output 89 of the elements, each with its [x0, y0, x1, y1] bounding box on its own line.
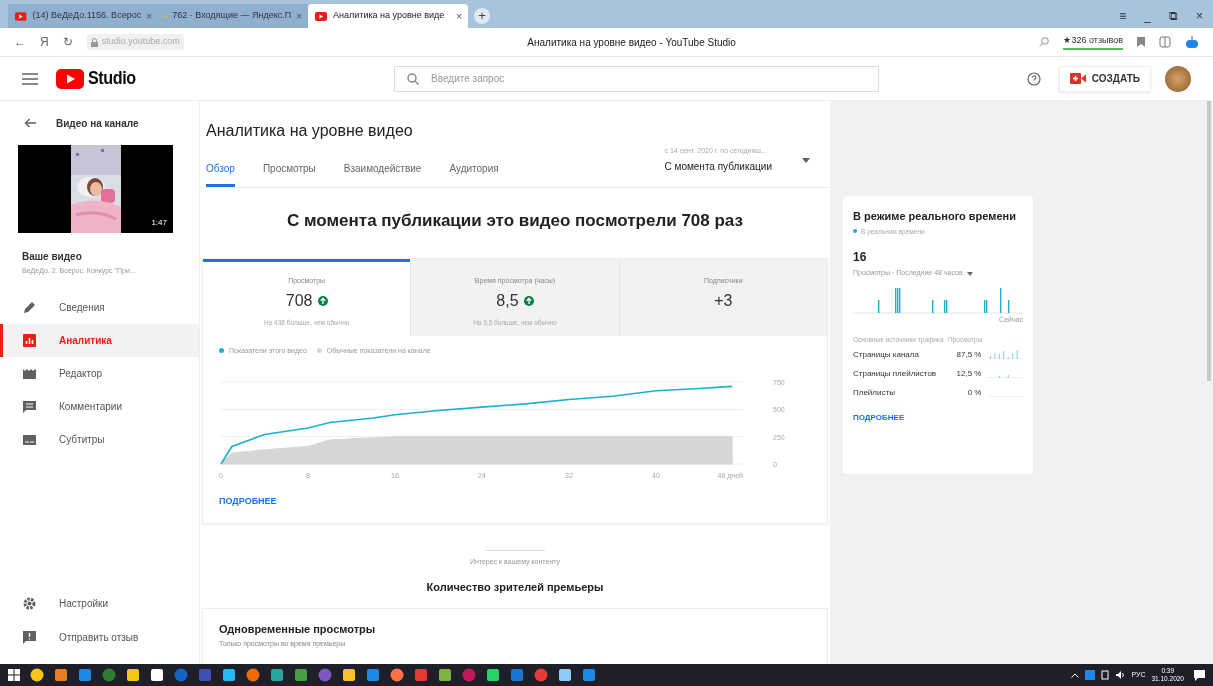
- sidebar-item[interactable]: Настройки: [0, 586, 199, 620]
- play-logo-icon: [314, 9, 328, 23]
- close-icon[interactable]: ×: [1196, 7, 1203, 25]
- browser-tab[interactable]: 762 · Входящие — Яндекс.П ×: [158, 4, 308, 28]
- new-tab-button[interactable]: +: [474, 8, 490, 24]
- table-cell-text: 87,5 %: [955, 348, 982, 361]
- play-logo-icon: [14, 9, 28, 23]
- sidebar-item[interactable]: Аналитика: [0, 323, 199, 357]
- sidebar-item[interactable]: Отправить отзыв: [0, 620, 199, 654]
- tray-expand-icon[interactable]: [1071, 672, 1080, 678]
- headline: С момента публикации это видео посмотрели 708 раз: [286, 210, 744, 232]
- settings-icon: [22, 595, 37, 611]
- sidebar-item[interactable]: Сведения: [0, 290, 199, 324]
- close-icon[interactable]: ×: [296, 8, 302, 24]
- start-icon[interactable]: [8, 669, 20, 681]
- taskbar-app-icon[interactable]: [54, 668, 68, 682]
- reload-icon[interactable]: ↻: [62, 33, 73, 51]
- more-link[interactable]: ПОДРОБНЕЕ: [853, 412, 1023, 425]
- dropdown-caret-icon: [966, 271, 973, 276]
- more-link[interactable]: ПОДРОБНЕЕ: [203, 487, 827, 523]
- metric-value: 8,5: [496, 291, 519, 311]
- create-button[interactable]: СОЗДАТЬ: [1058, 65, 1151, 92]
- browser-tab[interactable]: (14) ВеДеДо.1156. Всерос ×: [8, 4, 158, 28]
- sidebar-item[interactable]: Редактор: [0, 356, 199, 390]
- section-title: Количество зрителей премьеры: [425, 580, 605, 595]
- restore-icon[interactable]: ⧉: [1169, 7, 1178, 25]
- taskbar-app-icon[interactable]: [150, 668, 164, 682]
- browser-logo[interactable]: Я: [40, 33, 49, 51]
- tray-app-icon[interactable]: [1085, 670, 1096, 680]
- taskbar-app-icon[interactable]: [438, 668, 452, 682]
- metric-value: 708: [285, 291, 313, 311]
- sparkline: [987, 350, 1023, 360]
- table-cell-text: 0 %: [966, 386, 982, 399]
- avatar[interactable]: [1165, 65, 1191, 92]
- notifications-icon[interactable]: [1194, 669, 1205, 681]
- bookmark-icon[interactable]: [1137, 37, 1145, 47]
- back-icon[interactable]: ←: [14, 33, 26, 51]
- live-dot-icon: [853, 229, 857, 234]
- tab[interactable]: Обзор: [206, 161, 235, 187]
- help-icon[interactable]: [1026, 71, 1041, 86]
- taskbar-app-icon[interactable]: [126, 668, 140, 682]
- menu-icon[interactable]: [22, 72, 38, 85]
- search-input[interactable]: Введите запрос: [431, 71, 867, 86]
- sidebar-item[interactable]: Комментарии: [0, 389, 199, 423]
- card-title: Одновременные просмотры: [219, 621, 377, 637]
- menu-icon[interactable]: ≡: [1119, 7, 1127, 25]
- close-icon[interactable]: ×: [456, 8, 462, 24]
- taskbar-app-icon[interactable]: [342, 668, 356, 682]
- search-icon: [407, 72, 420, 85]
- tab[interactable]: Просмотры: [262, 161, 316, 187]
- page-title: Аналитика на уровне видео - YouTube Studio: [526, 35, 737, 50]
- reviews-badge[interactable]: ★326 отзывов: [1063, 34, 1123, 50]
- bar-chart-icon: [22, 332, 37, 348]
- video-duration: 1:47: [151, 217, 167, 229]
- minimize-icon[interactable]: _: [1144, 7, 1151, 25]
- taskbar-app-icon[interactable]: [222, 668, 236, 682]
- scrollbar[interactable]: [1207, 101, 1211, 381]
- lock-icon: [90, 37, 98, 47]
- table-cell-text: Страницы канала: [853, 348, 920, 361]
- battery-icon[interactable]: [1101, 670, 1110, 680]
- table-cell-text: Страницы плейлистов: [853, 367, 938, 380]
- tab[interactable]: Взаимодействие: [343, 161, 422, 187]
- page-heading: Аналитика на уровне видео: [206, 121, 414, 141]
- comment-icon: [22, 398, 37, 414]
- taskbar-app-icon[interactable]: [486, 668, 500, 682]
- taskbar-app-icon[interactable]: [390, 668, 404, 682]
- browser-tab[interactable]: Аналитика на уровне виде ×: [308, 4, 468, 28]
- dropdown-caret-icon: [802, 157, 810, 163]
- reader-icon[interactable]: [1159, 36, 1171, 48]
- search-field[interactable]: Введите запрос: [394, 65, 880, 92]
- camera-icon: [1069, 73, 1086, 84]
- youtube-logo-icon[interactable]: [56, 68, 84, 89]
- taskbar-app-icon[interactable]: [30, 668, 44, 682]
- logo-text[interactable]: Studio: [88, 64, 136, 93]
- video-label: Ваше видео: [21, 250, 83, 264]
- table-cell-text: Плейлисты: [853, 386, 896, 399]
- table-cell-text: 12,5 %: [955, 367, 982, 380]
- back-arrow-icon: [24, 118, 36, 128]
- feedback-icon: [22, 629, 37, 645]
- back-link[interactable]: Видео на канале: [0, 115, 199, 131]
- taskbar-app-icon[interactable]: [558, 668, 572, 682]
- close-icon[interactable]: ×: [146, 8, 152, 24]
- volume-icon[interactable]: [1115, 670, 1126, 680]
- metric-value: +3: [714, 291, 733, 311]
- tab[interactable]: Аудитория: [449, 161, 499, 187]
- sidebar-item[interactable]: Субтитры: [0, 422, 199, 456]
- card-title: В режиме реального времени: [853, 209, 1017, 224]
- pencil-icon: [22, 299, 37, 315]
- realtime-count: 16: [853, 249, 868, 267]
